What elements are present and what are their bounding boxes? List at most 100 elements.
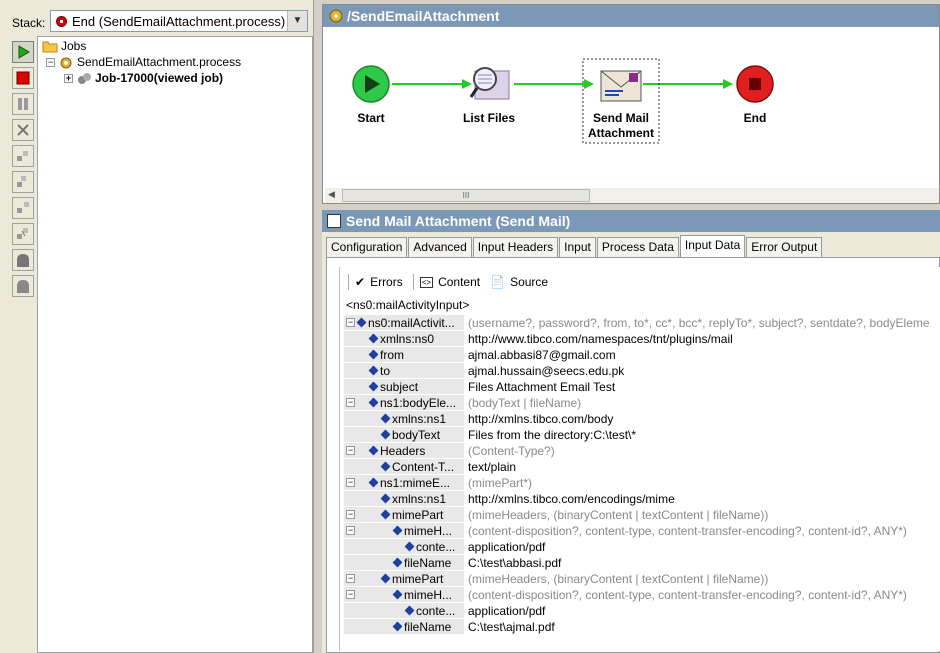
- tree-item-jobs[interactable]: Jobs: [42, 38, 86, 54]
- field-name: ns0:mailActivit...: [368, 316, 455, 330]
- schema-hint: (username?, password?, from, to*, cc*, b…: [468, 316, 930, 330]
- field-value[interactable]: http://www.tibco.com/namespaces/tnt/plug…: [468, 331, 940, 347]
- chevron-down-icon[interactable]: ▼: [287, 11, 307, 31]
- field-name-cell: − ns1:bodyEle...: [344, 395, 464, 411]
- play-button[interactable]: [12, 41, 34, 63]
- tree-row[interactable]: to ajmal.hussain@seecs.edu.pk: [344, 363, 940, 379]
- collapse-icon[interactable]: −: [46, 57, 55, 67]
- tree-row[interactable]: − ns1:bodyEle... (bodyText | fileName): [344, 395, 940, 411]
- tree-row[interactable]: − mimePart (mimeHeaders, (binaryContent | …: [344, 507, 940, 523]
- step-into-button[interactable]: [12, 171, 34, 193]
- field-value[interactable]: Files Attachment Email Test: [468, 379, 940, 395]
- tab-advanced[interactable]: Advanced: [408, 237, 472, 257]
- process-panel: /SendEmailAttachment Start List Files Se…: [322, 4, 940, 204]
- field-value[interactable]: C:\test\abbasi.pdf: [468, 555, 940, 571]
- collapse-icon[interactable]: −: [346, 574, 355, 583]
- collapse-icon[interactable]: −: [346, 318, 355, 327]
- tab-input-data[interactable]: Input Data: [679, 235, 746, 257]
- field-value[interactable]: application/pdf: [468, 539, 940, 555]
- scroll-left-icon[interactable]: ◀: [328, 189, 335, 200]
- tab-input-headers[interactable]: Input Headers: [472, 237, 559, 257]
- collapse-icon[interactable]: −: [346, 478, 355, 487]
- source-label: Source: [510, 275, 549, 289]
- element-marker-icon: [380, 429, 391, 440]
- node-label[interactable]: End: [725, 111, 785, 125]
- process-title: /SendEmailAttachment: [347, 8, 500, 24]
- field-value[interactable]: http://xmlns.tibco.com/encodings/mime: [468, 491, 940, 507]
- process-title-bar: /SendEmailAttachment: [323, 5, 939, 27]
- source-button[interactable]: 📄 Source: [490, 275, 548, 289]
- step-icon: [17, 151, 28, 161]
- pause-button[interactable]: [12, 93, 34, 115]
- tab-input[interactable]: Input: [559, 237, 596, 257]
- send-mail-icon[interactable]: [600, 70, 642, 102]
- field-name-cell: xmlns:ns1: [344, 411, 464, 427]
- schema-hint: (bodyText | fileName): [468, 396, 582, 410]
- node-label[interactable]: List Files: [457, 111, 521, 125]
- properties-panel: Send Mail Attachment (Send Mail) Configu…: [322, 210, 940, 653]
- field-value[interactable]: C:\test\ajmal.pdf: [468, 619, 940, 635]
- tree-row[interactable]: − ns0:mailActivit... (username?, password?…: [344, 315, 940, 331]
- horizontal-scrollbar[interactable]: ◀ III: [325, 188, 939, 203]
- node-label[interactable]: Send Mail Attachment: [585, 111, 657, 141]
- collapse-icon[interactable]: −: [346, 590, 355, 599]
- tree-row[interactable]: − mimeH... (content-disposition?, content-…: [344, 587, 940, 603]
- breakpoint-button[interactable]: [12, 249, 34, 271]
- kill-button[interactable]: [12, 119, 34, 141]
- breakpoint-clear-button[interactable]: [12, 275, 34, 297]
- collapse-icon[interactable]: −: [346, 526, 355, 535]
- stack-value: End (SendEmailAttachment.process): [72, 14, 286, 29]
- tree-item-job[interactable]: + Job-17000(viewed job): [64, 70, 223, 86]
- tab-process-data[interactable]: Process Data: [596, 237, 679, 257]
- tree-row[interactable]: bodyText Files from the directory:C:\test…: [344, 427, 940, 443]
- field-value[interactable]: text/plain: [468, 459, 940, 475]
- field-name: Headers: [380, 444, 426, 458]
- step-button[interactable]: [12, 145, 34, 167]
- field-value[interactable]: ajmal.hussain@seecs.edu.pk: [468, 363, 940, 379]
- content-button[interactable]: <> Content: [419, 275, 480, 289]
- tab-configuration[interactable]: Configuration: [326, 237, 408, 257]
- step-next-button[interactable]: [12, 223, 34, 245]
- tree-row[interactable]: − Headers (Content-Type?): [344, 443, 940, 459]
- breakpoint-icon: [17, 254, 29, 267]
- end-icon[interactable]: [736, 65, 774, 103]
- tree-row[interactable]: conte... application/pdf: [344, 539, 940, 555]
- tree-row[interactable]: xmlns:ns1 http://xmlns.tibco.com/encoding…: [344, 491, 940, 507]
- tree-row[interactable]: Content-T... text/plain: [344, 459, 940, 475]
- field-value[interactable]: Files from the directory:C:\test\*: [468, 427, 940, 443]
- errors-button[interactable]: ✔ Errors: [355, 275, 403, 289]
- field-name-cell: to: [344, 363, 464, 379]
- list-files-icon[interactable]: [469, 67, 510, 100]
- collapse-icon[interactable]: −: [346, 446, 355, 455]
- start-icon[interactable]: [352, 65, 390, 103]
- expand-icon[interactable]: +: [64, 73, 73, 83]
- field-name: bodyText: [392, 428, 441, 442]
- transition-arrow[interactable]: [643, 79, 733, 89]
- transition-arrow[interactable]: [514, 79, 594, 89]
- tree-row[interactable]: fileName C:\test\abbasi.pdf: [344, 555, 940, 571]
- tree-row[interactable]: − mimeH... (content-disposition?, content-…: [344, 523, 940, 539]
- stop-button[interactable]: [12, 67, 34, 89]
- tree-row[interactable]: subject Files Attachment Email Test: [344, 379, 940, 395]
- tree-row[interactable]: conte... application/pdf: [344, 603, 940, 619]
- element-marker-icon: [368, 365, 379, 376]
- stack-select[interactable]: End (SendEmailAttachment.process) ▼: [50, 10, 308, 32]
- step-out-button[interactable]: [12, 197, 34, 219]
- collapse-icon[interactable]: −: [346, 398, 355, 407]
- tree-row[interactable]: xmlns:ns1 http://xmlns.tibco.com/body: [344, 411, 940, 427]
- collapse-icon[interactable]: −: [346, 510, 355, 519]
- tree-row[interactable]: − mimePart (mimeHeaders, (binaryContent | …: [344, 571, 940, 587]
- tab-error-output[interactable]: Error Output: [746, 237, 823, 257]
- tree-row[interactable]: from ajmal.abbasi87@gmail.com: [344, 347, 940, 363]
- node-label[interactable]: Start: [341, 111, 401, 125]
- field-value[interactable]: application/pdf: [468, 603, 940, 619]
- field-value[interactable]: http://xmlns.tibco.com/body: [468, 411, 940, 427]
- transition-arrow[interactable]: [392, 79, 472, 89]
- field-name-cell: from: [344, 347, 464, 363]
- tree-item-process[interactable]: − SendEmailAttachment.process: [46, 54, 241, 70]
- scroll-thumb[interactable]: III: [342, 189, 590, 202]
- tree-row[interactable]: − ns1:mimeE... (mimePart*): [344, 475, 940, 491]
- tree-row[interactable]: fileName C:\test\ajmal.pdf: [344, 619, 940, 635]
- field-value[interactable]: ajmal.abbasi87@gmail.com: [468, 347, 940, 363]
- tree-row[interactable]: xmlns:ns0 http://www.tibco.com/namespaces…: [344, 331, 940, 347]
